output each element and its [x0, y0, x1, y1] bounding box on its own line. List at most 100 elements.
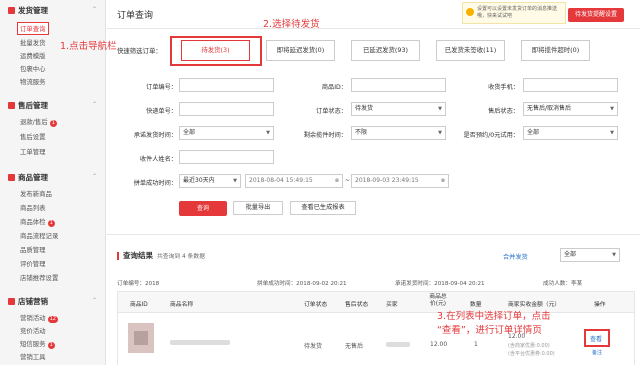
deal-time-select[interactable]: 最近30天内 ▼ — [179, 174, 241, 188]
chevron-down-icon: ▼ — [266, 130, 270, 136]
sidebar-item-package-center[interactable]: 包裹中心 — [20, 64, 46, 73]
ship-reminder-button[interactable]: 待发货提醒设置 — [568, 8, 624, 22]
sidebar-item-freight-template[interactable]: 运费模版 — [20, 51, 46, 60]
promise-time-label: 承诺发货时间： — [133, 132, 177, 139]
page-title: 订单查询 — [117, 11, 154, 21]
annotation-step3-line1: 3.在列表中选择订单，点击 — [437, 311, 551, 322]
notice-banner: 设置可以设置未发货订单的消息推送哦，快来试试吧 — [462, 2, 566, 24]
sidebar-item-marketing-tools[interactable]: 营销工具 — [20, 352, 46, 361]
view-reports-button[interactable]: 查看已生成报表 — [290, 201, 356, 215]
sidebar-item-aftersale-settings[interactable]: 售后设置 — [20, 132, 46, 141]
date-to-input[interactable]: 2018-09-03 23:49:15 ⊗ — [351, 174, 449, 188]
query-button[interactable]: 查询 — [179, 201, 227, 216]
goods-id-label: 商品ID： — [321, 84, 347, 91]
order-no-label: 订单编号： — [146, 84, 177, 91]
filter-label: 快速筛选订单： — [117, 47, 162, 55]
tab-delayed[interactable]: 已延迟发货(93) — [351, 40, 420, 61]
chevron-down-icon: ▼ — [233, 178, 237, 184]
sidebar-item-goods-check[interactable]: 商品体检 1 — [20, 217, 55, 227]
receiver-name-input[interactable] — [179, 150, 274, 164]
chevron-down-icon: ▼ — [610, 106, 614, 112]
aftersale-status-label: 售后状态： — [488, 108, 519, 115]
calendar-clear-icon: ⊗ — [334, 178, 339, 184]
merchant-discount-note: (含商家优惠:0.00) — [508, 343, 550, 349]
sidebar-section-marketing[interactable]: 店铺营销 — [8, 296, 48, 307]
tab-about-delay[interactable]: 即将延迟发货(0) — [266, 40, 335, 61]
deal-time-label: 拼单成功时间： — [133, 180, 177, 187]
express-no-input[interactable] — [179, 102, 274, 116]
goods-id-input[interactable] — [351, 78, 446, 92]
sidebar-section-aftersale[interactable]: 售后管理 — [8, 100, 48, 111]
sidebar-item-reviews[interactable]: 评价管理 — [20, 259, 46, 268]
product-name — [170, 340, 230, 345]
sidebar-section-goods[interactable]: 商品管理 — [8, 172, 48, 183]
quantity: 1 — [474, 341, 478, 348]
platform-coupon-note: (含平台优惠券:0.00) — [508, 351, 555, 357]
sidebar-item-new-goods[interactable]: 发布新商品 — [20, 189, 52, 198]
sidebar-item-sms[interactable]: 短信服务 1 — [20, 339, 55, 349]
total-price: 12.00 — [430, 341, 448, 348]
sidebar-item-logistics[interactable]: 物流服务 — [20, 77, 46, 86]
order-no-input[interactable] — [179, 78, 274, 92]
annotation-step2: 2.选择待发货 — [263, 19, 320, 30]
remark-link[interactable]: 备注 — [592, 349, 602, 356]
sidebar-item-goods-list[interactable]: 商品列表 — [20, 203, 46, 212]
order-status-select[interactable]: 待发货 ▼ — [351, 102, 446, 116]
presale-select[interactable]: 全部 ▼ — [523, 126, 618, 140]
remain-time-label: 剩余揽件时间： — [303, 132, 347, 139]
sidebar-item-ticket[interactable]: 工单管理 — [20, 147, 46, 156]
chevron-down-icon: ▼ — [438, 106, 442, 112]
merge-ship-link[interactable]: 合并发货 — [503, 252, 528, 261]
presale-label: 是否预约/0元试用： — [463, 132, 519, 139]
promise-time-select[interactable]: 全部 ▼ — [179, 126, 274, 140]
express-no-label: 快递单号： — [146, 108, 177, 115]
aftersale-status: 无售后 — [345, 343, 364, 350]
results-filter-select[interactable]: 全部 ▼ — [560, 248, 620, 262]
marketing-icon — [8, 298, 15, 305]
receiver-phone-label: 收货手机： — [488, 84, 519, 91]
sidebar-item-recommend[interactable]: 店铺推荐设置 — [20, 273, 58, 282]
receiver-name-label: 收件人姓名： — [139, 156, 177, 163]
annotation-step3-line2: “查看”，进行订单详情页 — [437, 325, 542, 336]
accent-bar — [117, 251, 119, 260]
results-title: 查询结果 共查询到 4 条数据 — [117, 250, 205, 261]
lightbulb-icon — [466, 8, 474, 16]
chevron-up-icon[interactable]: ⌃ — [92, 297, 97, 304]
buyer-name — [386, 342, 410, 347]
chevron-down-icon: ▼ — [438, 130, 442, 136]
tab-shipped-unsigned[interactable]: 已发货未签收(11) — [436, 40, 505, 61]
goods-icon — [8, 174, 15, 181]
chevron-up-icon[interactable]: ⌃ — [92, 101, 97, 108]
sidebar-item-marketing-activity[interactable]: 营销活动 12 — [20, 313, 58, 323]
aftersale-icon — [8, 102, 15, 109]
aftersale-status-select[interactable]: 无售后/取消售后 ▼ — [523, 102, 618, 116]
divider — [107, 28, 640, 29]
order-status: 待发货 — [304, 343, 323, 350]
table-row: 待发货 无售后 12.00 1 12.00 (含商家优惠:0.00) (含平台优… — [117, 313, 635, 365]
results-count: 共查询到 4 条数据 — [157, 254, 205, 260]
count-badge: 1 — [49, 120, 57, 127]
truck-icon — [8, 7, 15, 14]
view-link[interactable]: 查看 — [590, 334, 602, 343]
receiver-phone-input[interactable] — [523, 78, 618, 92]
sidebar-item-bidding[interactable]: 竞价活动 — [20, 326, 46, 335]
chevron-down-icon: ▼ — [612, 252, 616, 258]
sidebar-item-batch-ship[interactable]: 批量发货 — [20, 38, 46, 47]
sidebar-item-order-query[interactable]: 订单查询 — [17, 22, 49, 35]
tab-pickup-timeout[interactable]: 即将揽件超时(0) — [521, 40, 590, 61]
main-content: 订单查询 设置可以设置未发货订单的消息推送哦，快来试试吧 待发货提醒设置 2.选… — [107, 0, 640, 365]
count-badge: 1 — [47, 342, 55, 349]
sidebar-section-shipping[interactable]: 发货管理 — [8, 5, 48, 16]
product-thumbnail — [128, 323, 154, 353]
divider — [107, 234, 640, 235]
chevron-up-icon[interactable]: ⌃ — [92, 173, 97, 180]
remain-time-select[interactable]: 不限 ▼ — [351, 126, 446, 140]
tab-pending-ship[interactable]: 待发货(3) — [181, 40, 250, 61]
chevron-up-icon[interactable]: ⌃ — [92, 6, 97, 13]
sidebar-item-refund[interactable]: 退款/售后 1 — [20, 117, 57, 127]
batch-export-button[interactable]: 批量导出 — [233, 201, 283, 215]
date-from-input[interactable]: 2018-08-04 15:49:15 ⊗ — [245, 174, 343, 188]
calendar-clear-icon: ⊗ — [440, 178, 445, 184]
sidebar-item-quality[interactable]: 品质管理 — [20, 245, 46, 254]
sidebar-item-goods-log[interactable]: 商品流程记录 — [20, 231, 58, 240]
